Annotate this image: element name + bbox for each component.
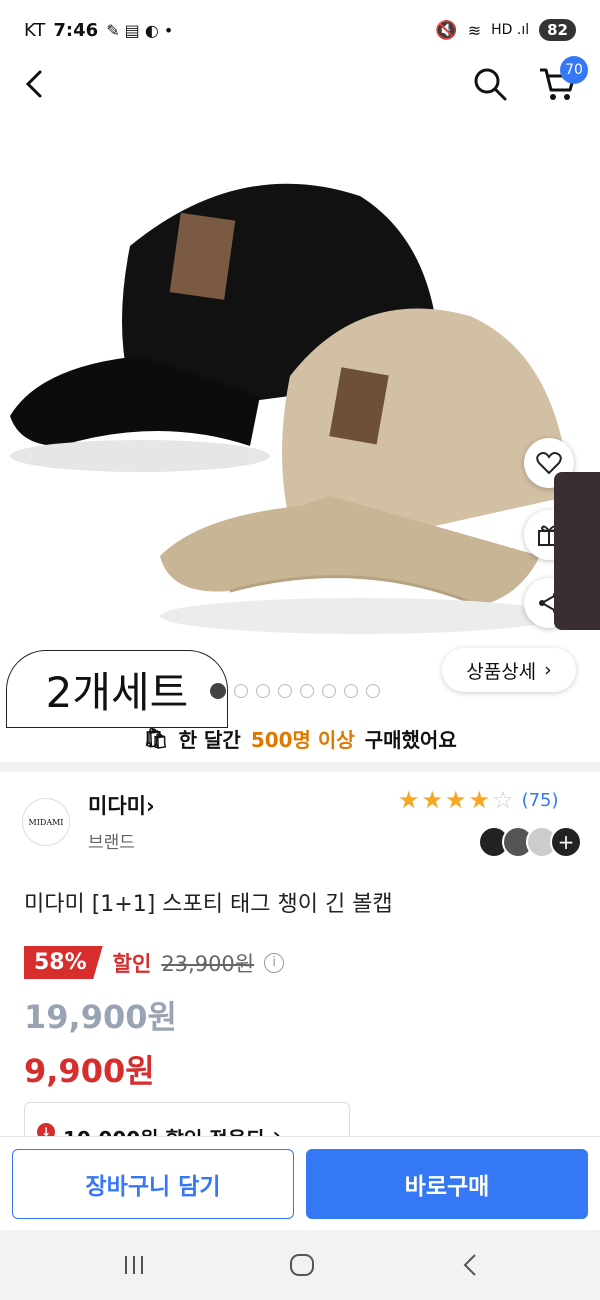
shopping-bag-icon: 🛍 xyxy=(143,726,169,750)
star-icon: ★ xyxy=(445,786,467,814)
pagination-dot xyxy=(322,684,336,698)
more-avatars-icon: + xyxy=(550,826,582,858)
pagination-dot xyxy=(256,684,270,698)
home-icon xyxy=(290,1254,314,1276)
notification-icons: ✎ ▤ ◐ • xyxy=(106,20,174,40)
final-price: 9,900원 xyxy=(24,1052,155,1090)
product-image xyxy=(10,183,570,634)
sale-price: 19,900원 xyxy=(24,998,177,1036)
clock: 7:46 xyxy=(53,19,99,41)
floating-video-thumbnail[interactable] xyxy=(554,472,600,630)
chevron-left-icon xyxy=(25,70,42,98)
heart-icon xyxy=(536,452,562,475)
signal-icon: HD .ıl xyxy=(491,22,530,38)
gallery-pagination xyxy=(210,683,380,699)
pagination-dot xyxy=(210,683,226,699)
battery-indicator: 82 xyxy=(539,19,576,41)
brand-subtitle: 브랜드 xyxy=(88,833,135,853)
discount-badge: 58% xyxy=(24,946,103,979)
back-icon xyxy=(463,1254,476,1276)
section-divider xyxy=(0,762,600,772)
product-detail-label: 상품상세 xyxy=(466,660,537,683)
star-icon: ★ xyxy=(398,786,420,814)
chevron-right-icon: › xyxy=(145,794,155,818)
status-bar: KT 7:46 ✎ ▤ ◐ • 🔇 ≋ HD .ıl 82 xyxy=(0,0,600,60)
banner-prefix: 한 달간 xyxy=(178,727,241,752)
info-icon[interactable]: i xyxy=(264,952,285,973)
review-count: (75) xyxy=(521,789,559,811)
home-button[interactable] xyxy=(282,1250,322,1280)
product-detail-button[interactable]: 상품상세 › xyxy=(442,648,576,692)
discount-label: 할인 xyxy=(112,951,152,976)
purchase-count-banner: 🛍 한 달간 500명 이상 구매했어요 xyxy=(0,716,600,760)
top-header: 70 xyxy=(0,56,600,110)
search-icon xyxy=(474,68,507,101)
reviewer-avatars[interactable]: + xyxy=(478,826,582,858)
recent-apps-button[interactable] xyxy=(114,1250,154,1280)
recent-apps-icon xyxy=(125,1256,143,1274)
pagination-dot xyxy=(300,684,314,698)
back-button[interactable] xyxy=(18,66,54,102)
purchase-action-bar: 장바구니 담기 바로구매 xyxy=(0,1136,600,1230)
brand-name-link[interactable]: 미다미› xyxy=(88,790,155,820)
banner-highlight: 500명 이상 xyxy=(250,727,355,752)
cart-count-badge: 70 xyxy=(560,56,588,84)
pagination-dot xyxy=(366,684,380,698)
brand-logo-text: MIDAMI xyxy=(28,817,64,827)
rating-summary[interactable]: ★ ★ ★ ★ ☆ (75) xyxy=(398,786,559,814)
product-title: 미다미 [1+1] 스포티 태그 챙이 긴 볼캡 xyxy=(24,892,393,917)
product-image-gallery[interactable] xyxy=(0,116,600,716)
original-price: 23,900원 xyxy=(161,951,255,976)
pagination-dot xyxy=(344,684,358,698)
brand-name: 미다미 xyxy=(88,794,146,818)
mute-icon: 🔇 xyxy=(435,19,458,41)
system-navigation-bar xyxy=(0,1230,600,1300)
star-icon: ★ xyxy=(421,786,444,814)
star-icon: ★ xyxy=(468,786,491,814)
buy-now-button[interactable]: 바로구매 xyxy=(306,1149,588,1219)
carrier-label: KT xyxy=(24,19,46,41)
star-empty-icon: ☆ xyxy=(492,786,514,814)
brand-logo[interactable]: MIDAMI xyxy=(22,798,70,846)
add-to-cart-button[interactable]: 장바구니 담기 xyxy=(12,1149,294,1219)
wifi-icon: ≋ xyxy=(467,20,482,40)
pagination-dot xyxy=(234,684,248,698)
discount-row: 58% 할인 23,900원 i xyxy=(24,946,285,979)
banner-suffix: 구매했어요 xyxy=(364,727,457,752)
search-button[interactable] xyxy=(470,64,510,104)
pagination-dot xyxy=(278,684,292,698)
chevron-right-icon: › xyxy=(544,659,552,681)
back-nav-button[interactable] xyxy=(450,1250,490,1280)
